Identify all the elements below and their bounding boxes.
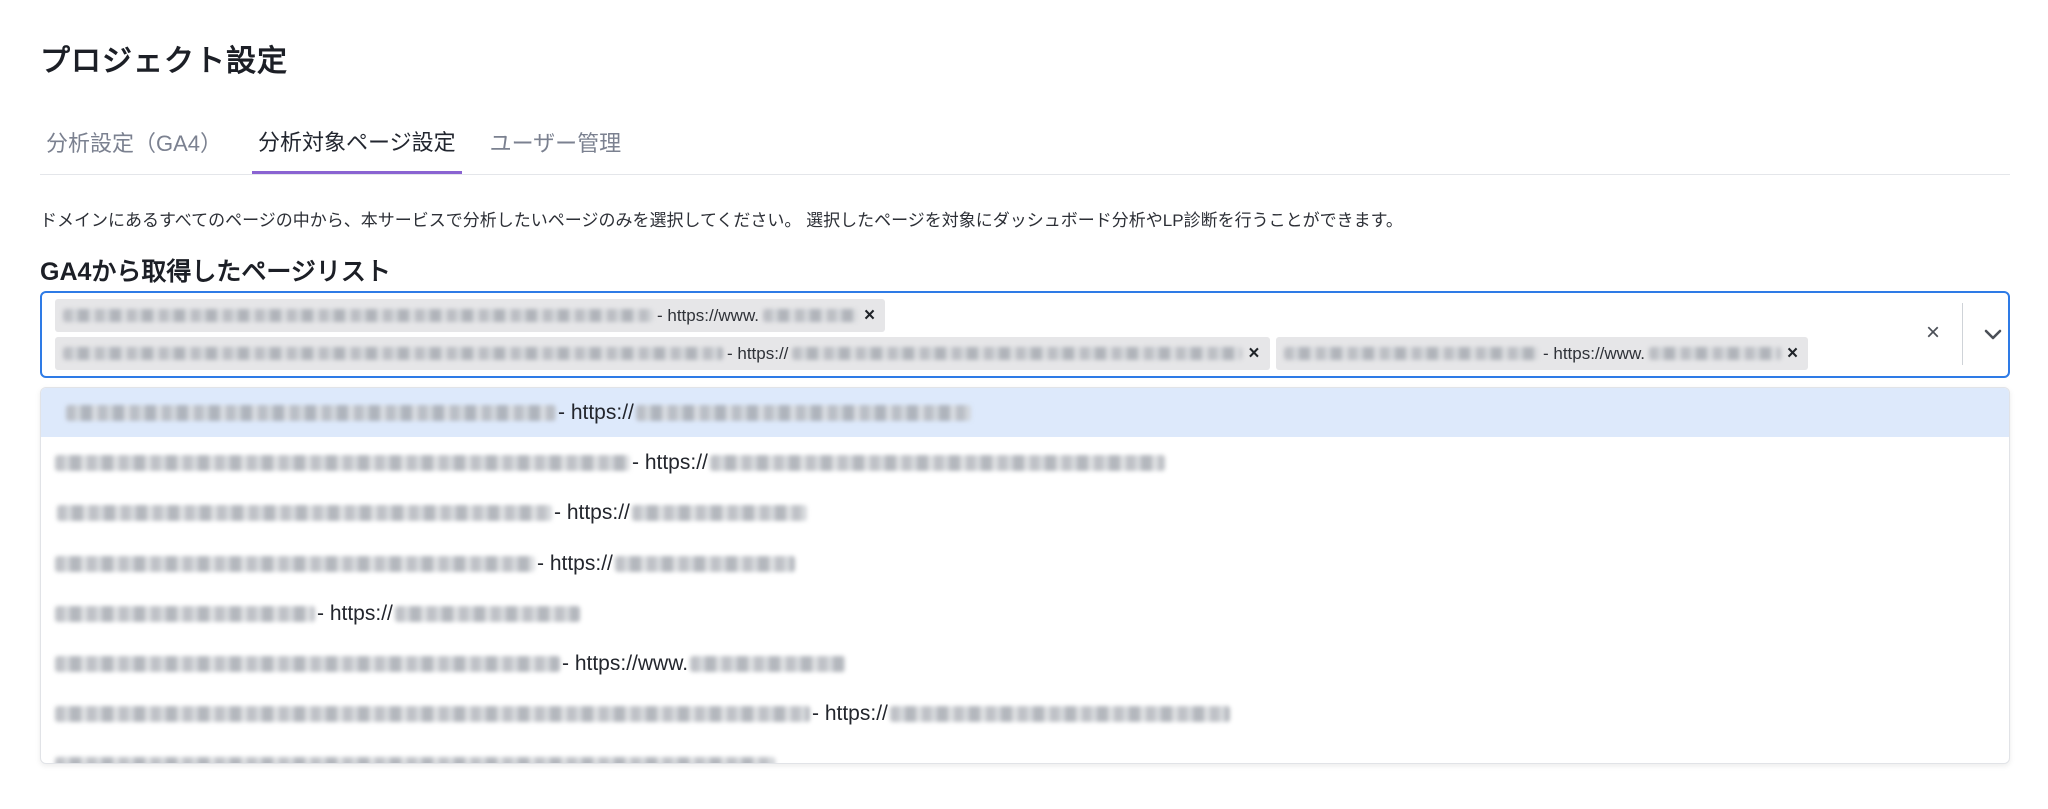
redacted-page-title [55, 756, 775, 763]
page-option[interactable]: - https:// [41, 539, 2009, 588]
redacted-url [631, 504, 807, 521]
option-url-prefix: - https://www. [562, 651, 689, 675]
page-title: プロジェクト設定 [40, 45, 288, 78]
page-option[interactable] [41, 740, 2009, 763]
page-option[interactable]: - https://www. [41, 639, 2009, 688]
redacted-url [709, 454, 1165, 471]
chip-remove-icon[interactable]: × [864, 305, 875, 327]
page-option[interactable]: - https:// [41, 589, 2009, 638]
selected-page-chip: - https://www. × [55, 299, 886, 332]
redacted-url [889, 705, 1230, 722]
redacted-page-title [55, 555, 535, 572]
settings-tabs: 分析設定（GA4） 分析対象ページ設定 ユーザー管理 [40, 110, 2010, 175]
page-option[interactable]: - https:// [41, 488, 2009, 537]
redacted-page-title [55, 705, 810, 722]
page-option[interactable]: - https:// [41, 388, 2009, 437]
selected-page-chip: - https://www. × [1276, 337, 1809, 370]
redacted-page-title [63, 309, 653, 322]
option-url-prefix: - https:// [317, 601, 393, 625]
page-description: ドメインにあるすべてのページの中から、本サービスで分析したいページのみを選択して… [40, 211, 1403, 230]
redacted-url [690, 655, 846, 672]
option-url-prefix: - https:// [537, 551, 613, 575]
chip-url-prefix: - https:// [727, 343, 789, 363]
redacted-page-title [55, 605, 315, 622]
page-options-dropdown: - https:// - https:// - https:// - https… [40, 387, 2010, 764]
option-url-prefix: - https:// [632, 450, 708, 474]
redacted-page-title [55, 655, 560, 672]
selected-page-chip: - https:// × [55, 337, 1270, 370]
clear-selection-icon[interactable]: × [1926, 313, 1940, 353]
chip-remove-icon[interactable]: × [1787, 343, 1798, 365]
chevron-down-icon[interactable] [1976, 315, 2010, 353]
control-divider [1962, 303, 1963, 365]
redacted-page-title [1284, 347, 1539, 360]
page-option[interactable]: - https:// [41, 438, 2009, 487]
chip-url-prefix: - https://www. [1543, 343, 1646, 363]
page-option[interactable]: - https:// [41, 689, 2009, 738]
redacted-url [614, 555, 795, 572]
redacted-page-title [63, 347, 723, 360]
redacted-url [1649, 347, 1782, 360]
redacted-url [394, 605, 580, 622]
option-url-prefix: - https:// [558, 400, 634, 424]
page-multiselect[interactable]: - https://www. × - https:// × - https://… [40, 291, 2010, 378]
redacted-page-title [66, 404, 556, 421]
redacted-url [763, 309, 859, 322]
tab-analysis-settings-ga4[interactable]: 分析設定（GA4） [40, 110, 228, 174]
option-url-prefix: - https:// [554, 500, 630, 524]
chip-url-prefix: - https://www. [657, 305, 760, 325]
redacted-page-title [57, 504, 552, 521]
tab-user-management[interactable]: ユーザー管理 [484, 110, 628, 174]
redacted-page-title [55, 454, 630, 471]
option-url-prefix: - https:// [812, 701, 888, 725]
tab-target-page-settings[interactable]: 分析対象ページ設定 [252, 110, 462, 174]
redacted-url [635, 404, 971, 421]
redacted-url [792, 347, 1243, 360]
page-list-heading: GA4から取得したページリスト [40, 258, 391, 286]
chip-remove-icon[interactable]: × [1248, 343, 1259, 365]
